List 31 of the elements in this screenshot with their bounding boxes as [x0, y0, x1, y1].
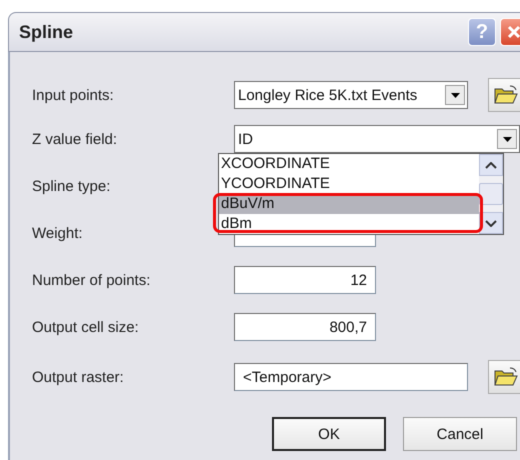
close-button[interactable] [500, 18, 520, 46]
scroll-thumb[interactable] [479, 183, 503, 205]
folder-icon [494, 85, 518, 105]
ok-button[interactable]: OK [272, 417, 386, 451]
input-field[interactable]: 800,7 [234, 313, 376, 341]
scroll-bar[interactable] [479, 154, 503, 234]
folder-icon [494, 367, 518, 387]
list-item[interactable]: dBuV/m [219, 194, 479, 214]
dropdown-button[interactable] [497, 129, 517, 149]
field-label: Input points: [32, 86, 115, 104]
close-icon [507, 25, 520, 39]
dropdown-button[interactable] [445, 85, 465, 105]
input-field[interactable]: 12 [234, 266, 376, 294]
browse-button[interactable] [488, 360, 520, 394]
scroll-up-button[interactable] [479, 154, 503, 176]
dropdown-field[interactable]: ID [234, 125, 520, 153]
input-field[interactable]: <Temporary> [234, 363, 468, 391]
dropdown-field[interactable]: Longley Rice 5K.txt Events [234, 81, 468, 109]
window-title: Spline [19, 22, 74, 42]
field-label: Output raster: [32, 368, 125, 386]
chevron-down-icon [485, 220, 497, 226]
cancel-button[interactable]: Cancel [403, 417, 517, 451]
field-label: Spline type: [32, 178, 112, 194]
chevron-up-icon [485, 162, 497, 168]
field-label: Number of points: [32, 272, 152, 288]
browse-button[interactable] [488, 78, 520, 112]
caret-icon [502, 136, 512, 142]
field-label: Z value field: [32, 130, 118, 148]
field-label: Output cell size: [32, 318, 140, 336]
caret-icon [450, 92, 460, 98]
field-label: Weight: [32, 224, 84, 242]
